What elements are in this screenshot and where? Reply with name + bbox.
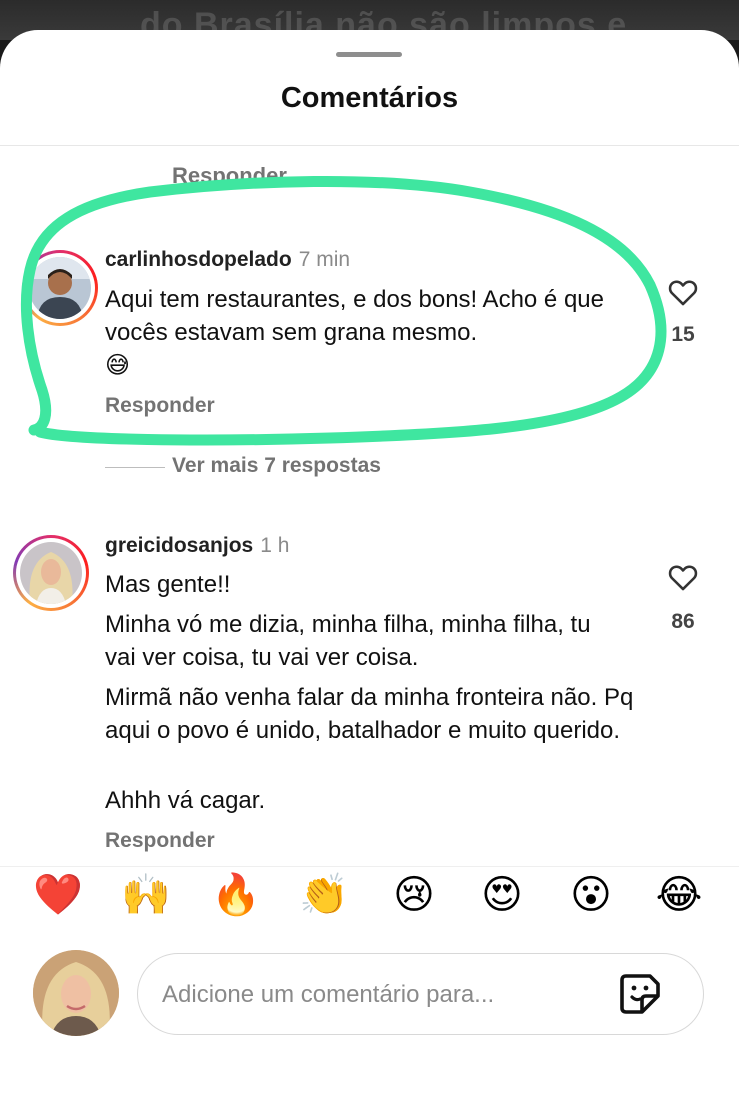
reaction-fire[interactable]: 🔥: [208, 867, 264, 923]
reaction-surprised[interactable]: 😮: [563, 867, 619, 923]
comment-header: carlinhosdopelado 7 min: [105, 248, 350, 272]
comment-paragraph: Ahhh vá cagar.: [105, 787, 266, 814]
avatar[interactable]: [22, 250, 98, 326]
reaction-laughing[interactable]: 😂: [651, 867, 707, 923]
reaction-divider: [0, 866, 739, 867]
comment-time: 1 h: [260, 534, 290, 557]
reply-button[interactable]: Responder: [172, 163, 287, 189]
comments-sheet: Comentários Responder carlinhosdopelado 7…: [0, 30, 739, 1098]
heart-icon[interactable]: [666, 560, 700, 594]
reaction-clap[interactable]: 👏: [296, 867, 352, 923]
sheet-grabber[interactable]: [336, 52, 402, 57]
like-count: 15: [671, 323, 695, 346]
reply-button[interactable]: Responder: [105, 394, 215, 418]
comment-username[interactable]: greicidosanjos: [105, 534, 253, 557]
reaction-heart[interactable]: ❤️: [30, 867, 86, 923]
reaction-crying[interactable]: 😢: [386, 867, 442, 923]
sticker-icon[interactable]: [616, 970, 664, 1018]
reaction-heart-eyes[interactable]: 😍: [474, 867, 530, 923]
comment-text: Aqui tem restaurantes, e dos bons! Acho …: [105, 286, 604, 379]
comment-composer: [137, 953, 704, 1035]
heart-icon[interactable]: [666, 275, 700, 309]
avatar[interactable]: [13, 535, 89, 611]
comment-time: 7 min: [298, 248, 351, 271]
my-avatar: [33, 950, 119, 1036]
comment-input[interactable]: [160, 972, 604, 1018]
comment-header: greicidosanjos 1 h: [105, 534, 289, 558]
avatar-photo: [20, 542, 82, 604]
view-more-replies[interactable]: Ver mais 7 respostas: [172, 454, 381, 478]
comment-emoji: 😅: [105, 351, 131, 379]
like-count: 86: [671, 610, 695, 633]
avatar-photo: [29, 257, 91, 319]
reaction-raised-hands[interactable]: 🙌: [118, 867, 174, 923]
sheet-title: Comentários: [280, 82, 459, 114]
comment-paragraph: Mas gente!!: [105, 571, 231, 598]
comment-paragraph: Mirmã não venha falar da minha fronteira…: [105, 684, 634, 744]
header-divider: [0, 145, 739, 146]
comment-paragraph: Minha vó me dizia, minha filha, minha fi…: [105, 611, 591, 671]
reply-button[interactable]: Responder: [105, 829, 215, 853]
replies-divider: [105, 467, 165, 468]
comment-username[interactable]: carlinhosdopelado: [105, 248, 292, 271]
